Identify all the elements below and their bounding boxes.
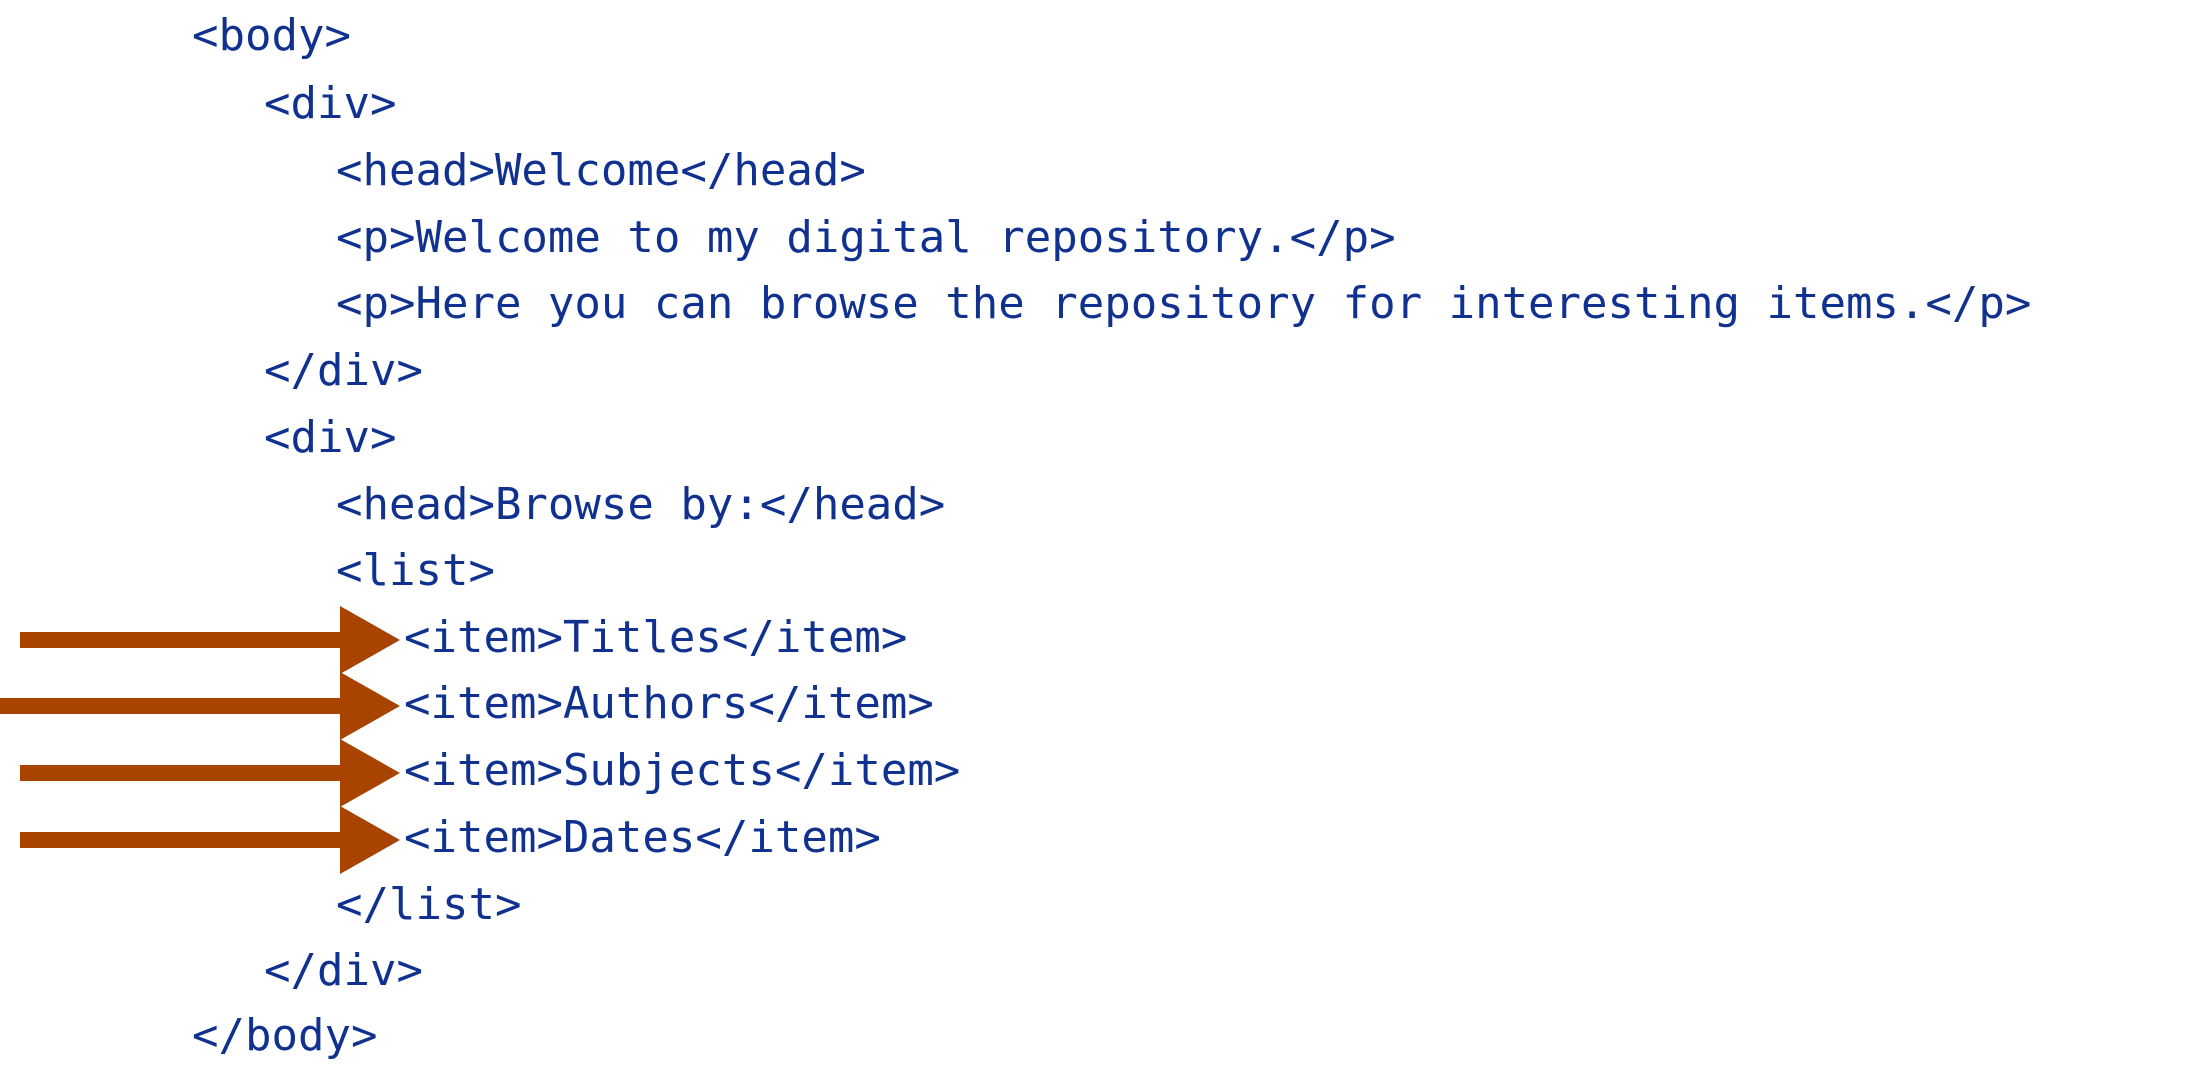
code-line-list-close: </list>: [336, 879, 522, 930]
code-line-p-browse: <p>Here you can browse the repository fo…: [336, 278, 2032, 329]
code-line-item-dates: <item>Dates</item>: [404, 812, 881, 863]
code-line-p-welcome: <p>Welcome to my digital repository.</p>: [336, 212, 1396, 263]
code-line-body-close: </body>: [192, 1010, 378, 1061]
code-line-body-open: <body>: [192, 10, 351, 61]
code-listing: <body> <div> <head>Welcome</head> <p>Wel…: [0, 0, 2192, 1061]
code-line-div-open-2: <div>: [264, 412, 397, 463]
code-line-item-authors: <item>Authors</item>: [404, 678, 934, 729]
code-line-item-titles: <item>Titles</item>: [404, 612, 908, 663]
code-line-div-close: </div>: [264, 345, 423, 396]
code-line-list-open: <list>: [336, 545, 495, 596]
code-line-div-close-2: </div>: [264, 945, 423, 996]
code-line-item-subjects: <item>Subjects</item>: [404, 745, 961, 796]
code-line-head-browse: <head>Browse by:</head>: [336, 479, 946, 530]
code-line-div-open: <div>: [264, 78, 397, 129]
code-line-head-welcome: <head>Welcome</head>: [336, 145, 866, 196]
